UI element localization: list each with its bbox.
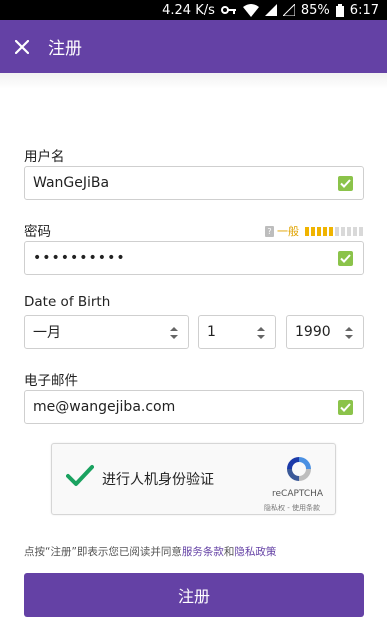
email-valid-check-icon [338, 400, 353, 415]
birth-label: Date of Birth [24, 294, 111, 310]
strength-bar [329, 226, 333, 236]
password-strength-bars [305, 226, 363, 236]
key-icon [220, 5, 237, 15]
submit-button[interactable]: 注册 [24, 573, 364, 617]
username-label: 用户名 [24, 149, 65, 165]
select-arrows-icon [345, 327, 353, 339]
password-label: 密码 [24, 224, 51, 240]
battery-percent: 85% [300, 2, 330, 18]
birth-year-select[interactable]: 1990 [286, 315, 364, 349]
recaptcha-label: 进行人机身份验证 [102, 472, 214, 488]
password-value: •••••••••• [33, 250, 126, 266]
strength-bar [347, 226, 351, 236]
strength-bar [305, 226, 309, 236]
terms-of-service-link[interactable]: 服务条款 [182, 546, 224, 558]
battery-icon [335, 3, 344, 17]
birth-month-select[interactable]: 一月 [24, 315, 189, 349]
cell-signal-empty-icon [282, 4, 295, 16]
network-speed: 4.24 K/s [162, 2, 215, 18]
username-input[interactable]: WanGeJiBa [24, 166, 364, 200]
strength-bar [317, 226, 321, 236]
birth-year-value: 1990 [295, 324, 331, 340]
app-bar: 注册 [0, 20, 387, 73]
password-strength-meter: ? 一般 [265, 223, 363, 239]
email-input[interactable]: me@wangejiba.com [24, 390, 364, 424]
help-icon[interactable]: ? [265, 225, 274, 237]
recaptcha-brand: reCAPTCHA [272, 489, 324, 499]
select-arrows-icon [257, 327, 265, 339]
strength-bar [323, 226, 327, 236]
birth-month-value: 一月 [33, 325, 61, 341]
terms-notice: 点按“注册”即表示您已阅读并同意服务条款和隐私政策 [24, 544, 276, 559]
strength-bar [341, 226, 345, 236]
username-value: WanGeJiBa [33, 175, 110, 191]
recaptcha-logo-icon [287, 457, 311, 481]
strength-bar [359, 226, 363, 236]
privacy-policy-link[interactable]: 隐私政策 [234, 546, 276, 558]
strength-bar [353, 226, 357, 236]
status-bar: 4.24 K/s 85% 6:17 [0, 0, 387, 20]
password-valid-check-icon [338, 251, 353, 266]
strength-bar [335, 226, 339, 236]
cell-signal-icon [264, 4, 277, 16]
wifi-icon [242, 3, 259, 17]
email-value: me@wangejiba.com [33, 399, 176, 415]
password-input[interactable]: •••••••••• [24, 241, 364, 275]
password-strength-label: 一般 [277, 225, 299, 238]
close-icon[interactable] [12, 37, 32, 57]
recaptcha-links[interactable]: 隐私权 - 使用条款 [264, 503, 320, 513]
email-label: 电子邮件 [24, 373, 78, 389]
select-arrows-icon [170, 327, 178, 339]
terms-prefix: 点按“注册”即表示您已阅读并同意 [24, 546, 182, 558]
clock: 6:17 [349, 2, 379, 18]
recaptcha-checkmark-icon[interactable] [66, 464, 94, 488]
username-valid-check-icon [338, 176, 353, 191]
birth-day-value: 1 [207, 324, 216, 340]
page-title: 注册 [48, 39, 82, 59]
birth-day-select[interactable]: 1 [198, 315, 276, 349]
terms-and: 和 [223, 546, 235, 558]
strength-bar [311, 226, 315, 236]
recaptcha-widget: 进行人机身份验证 reCAPTCHA 隐私权 - 使用条款 [51, 443, 336, 515]
